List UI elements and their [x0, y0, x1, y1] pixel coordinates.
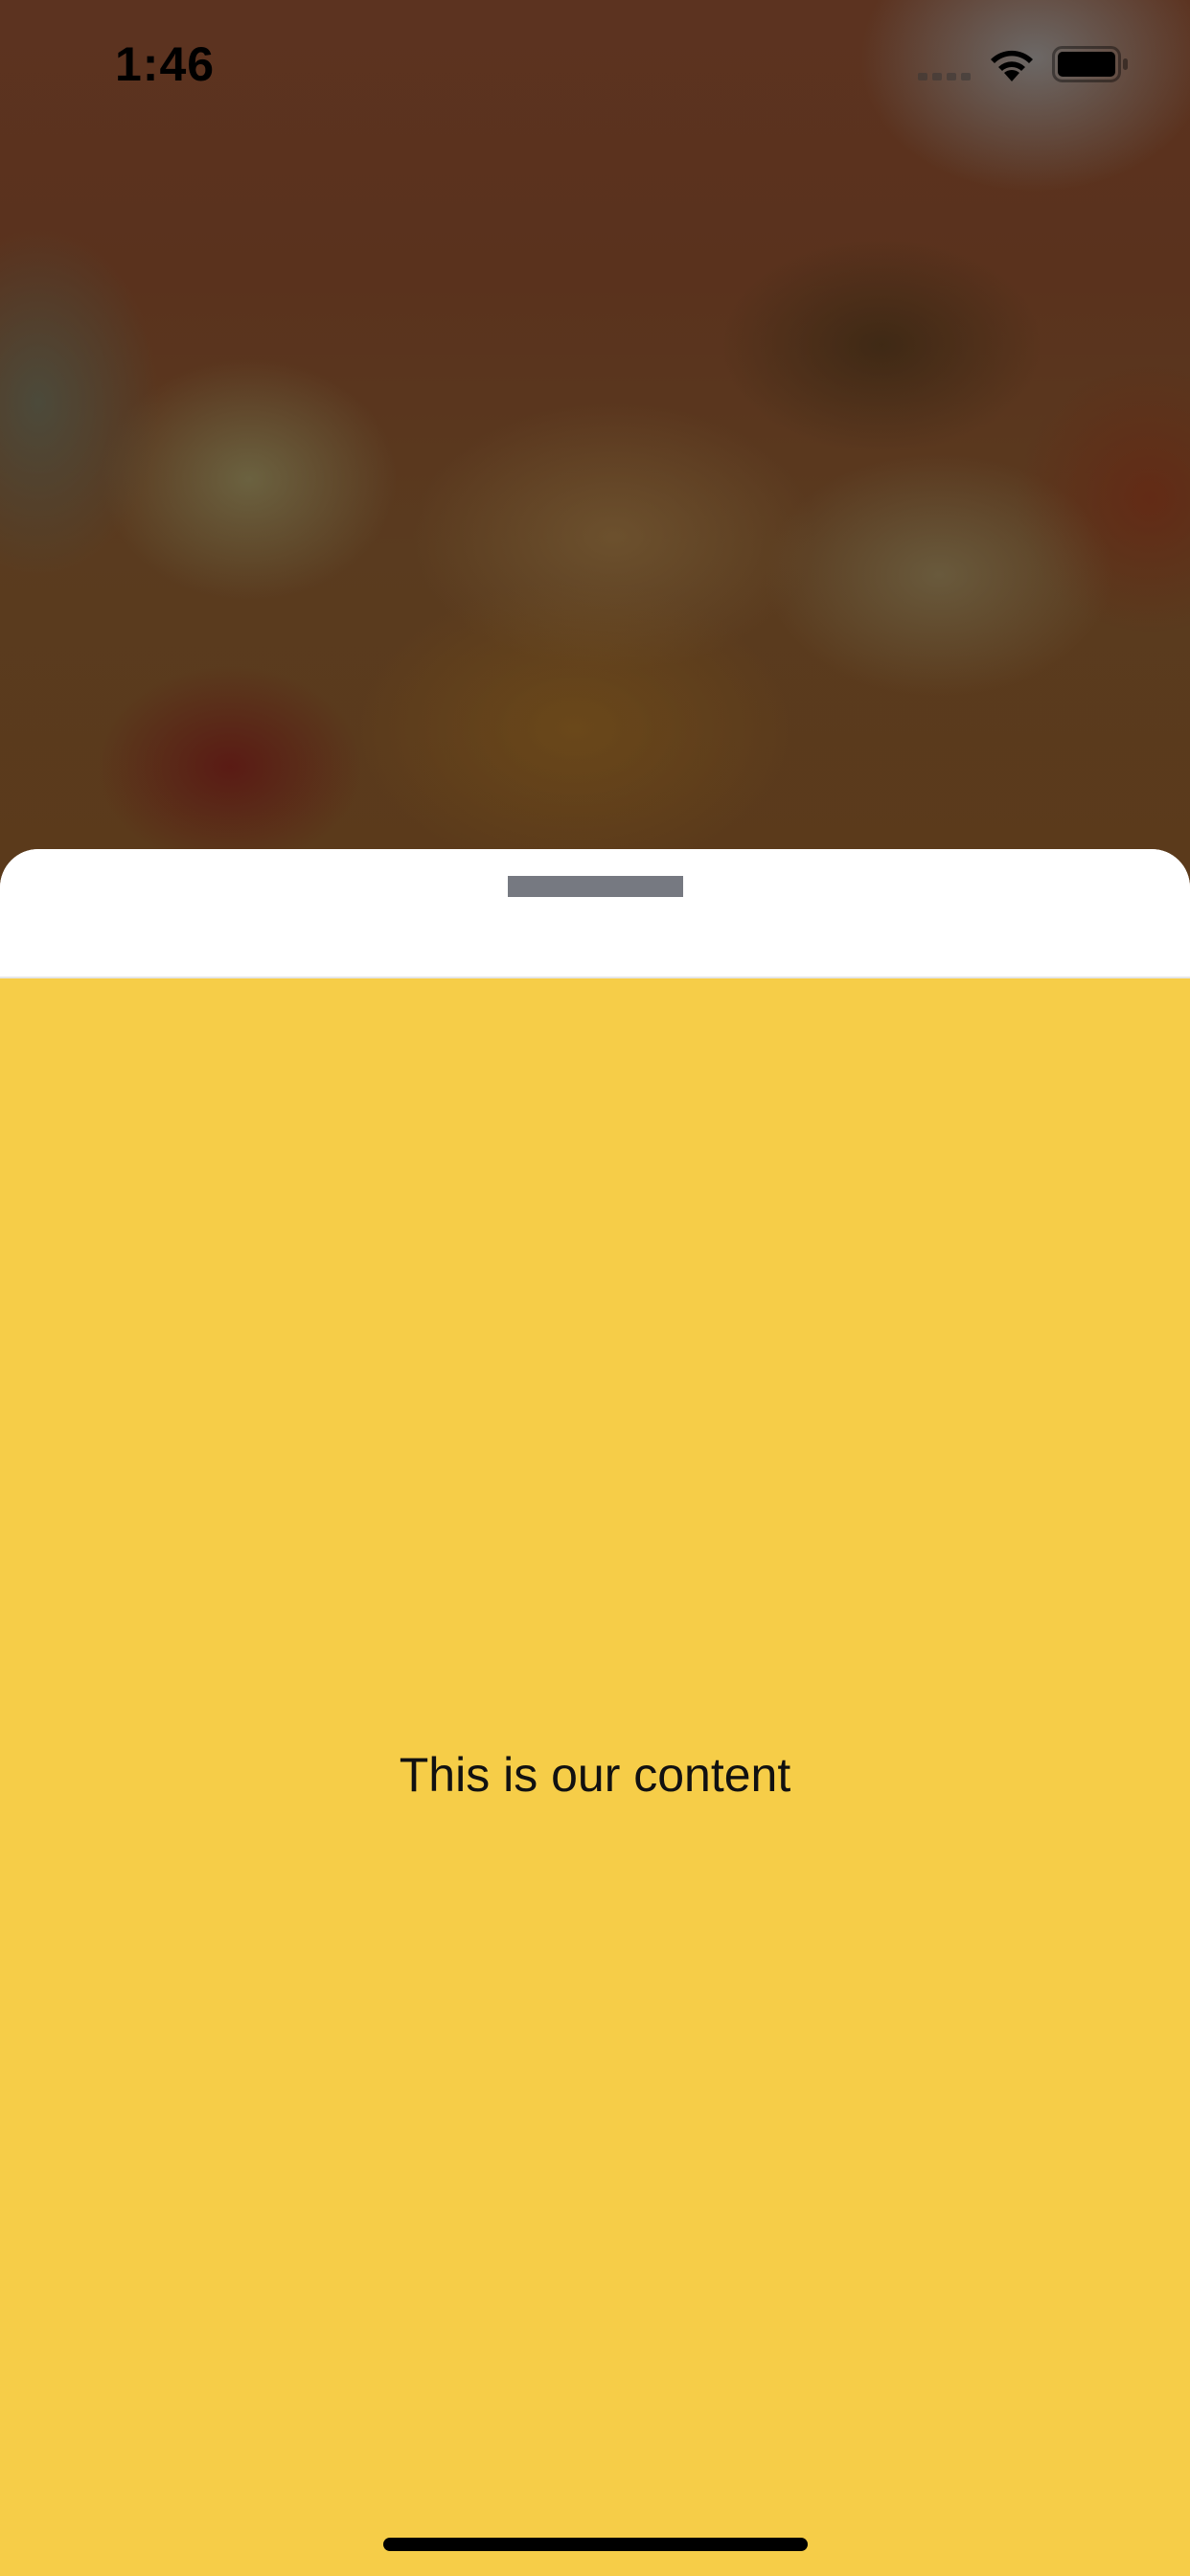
wifi-icon	[991, 50, 1033, 81]
battery-icon	[1052, 46, 1128, 82]
home-indicator[interactable]	[383, 2538, 808, 2551]
content-label: This is our content	[399, 1748, 791, 1802]
sheet-header[interactable]	[0, 849, 1190, 978]
status-bar: 1:46	[0, 0, 1190, 126]
drag-handle[interactable]	[508, 876, 683, 897]
status-time: 1:46	[115, 37, 216, 91]
bottom-sheet[interactable]: This is our content	[0, 849, 1190, 2576]
screen: 1:46 This is our content	[0, 0, 1190, 2576]
cellular-signal-icon	[918, 73, 971, 80]
blurred-background-photo	[0, 0, 1190, 920]
sheet-content: This is our content	[0, 978, 1190, 2576]
